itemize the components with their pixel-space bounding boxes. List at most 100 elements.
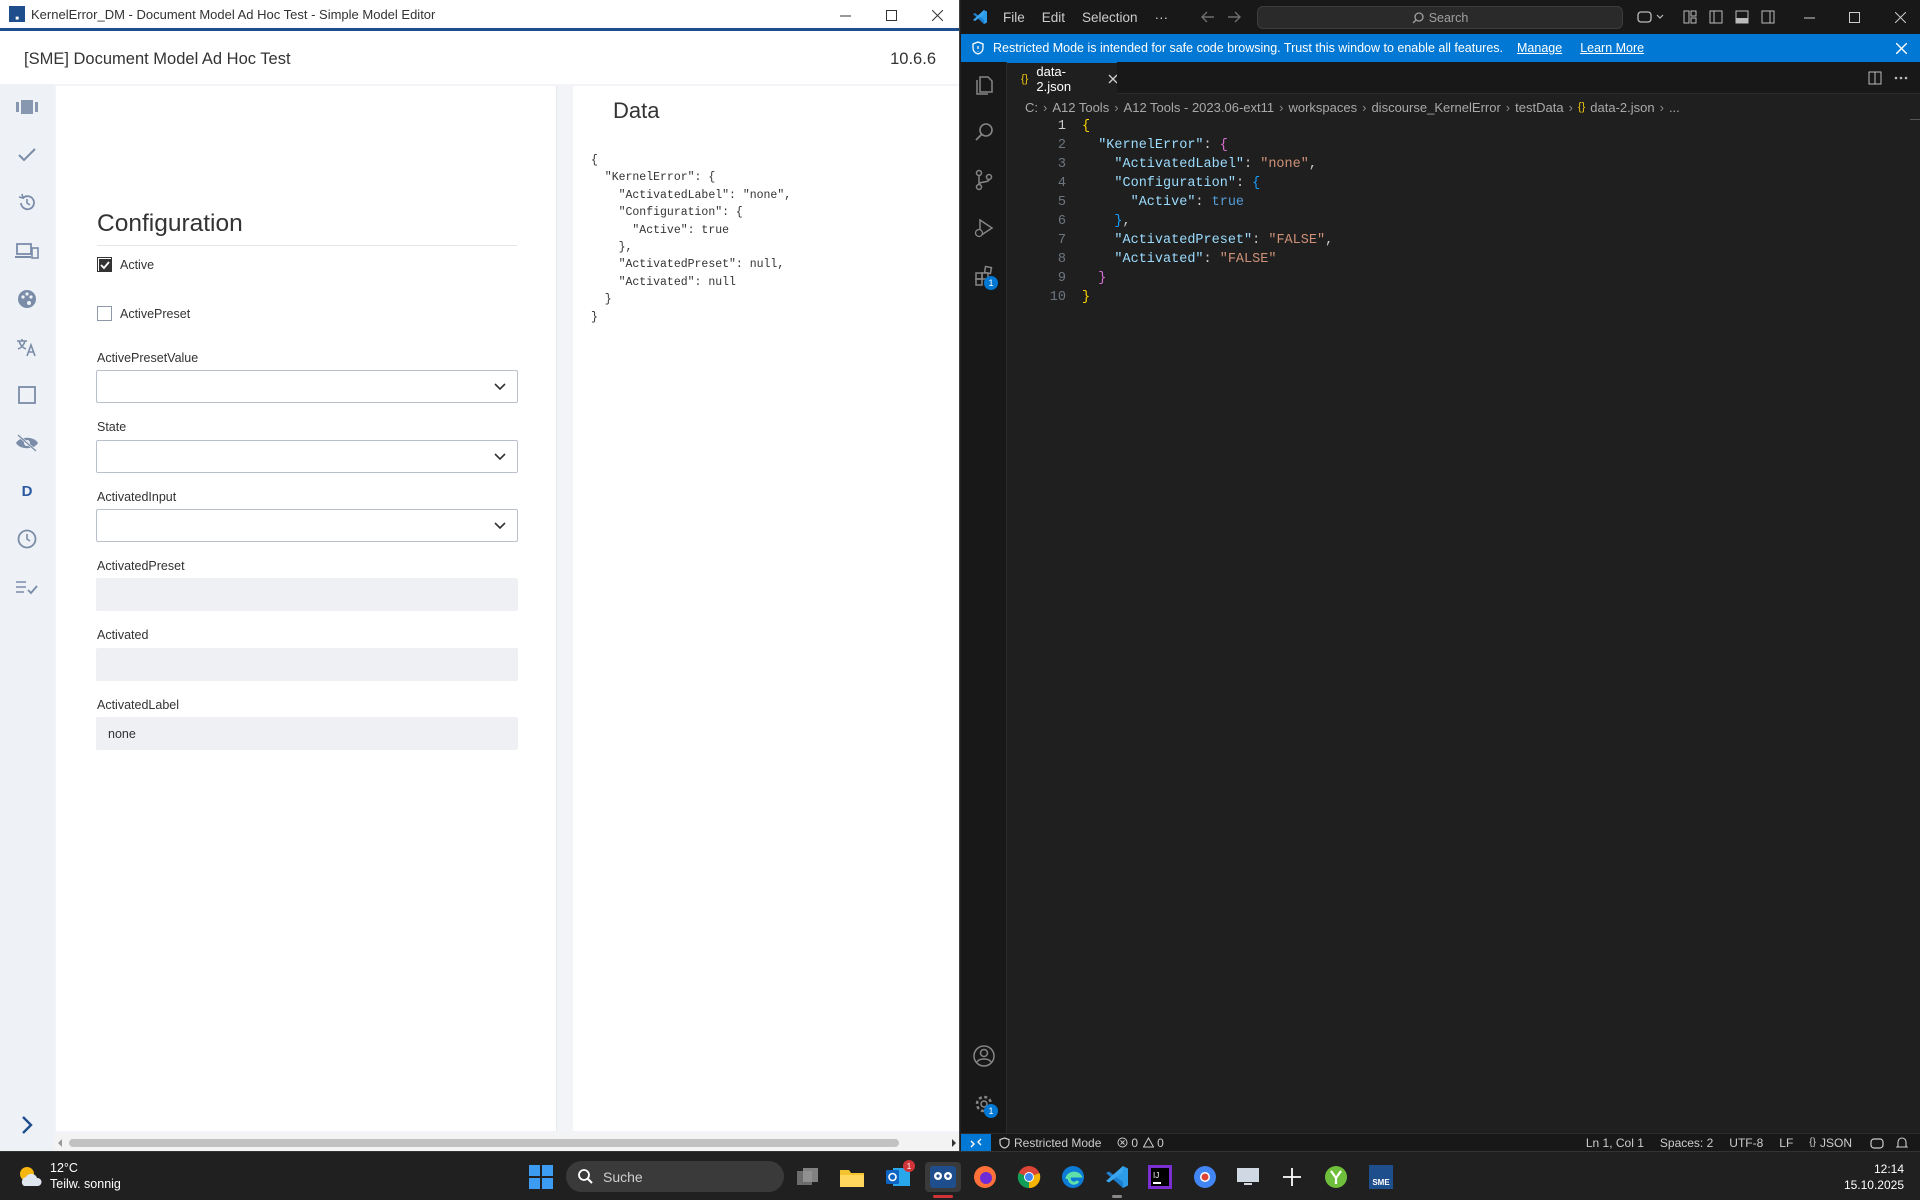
breadcrumb-item[interactable]: workspaces — [1288, 100, 1357, 115]
edge-button[interactable] — [1058, 1162, 1088, 1192]
back-arrow-icon[interactable] — [1201, 11, 1215, 23]
line-number: 9 — [1057, 271, 1066, 286]
intellij-button[interactable]: IJ — [1145, 1162, 1175, 1192]
status-eol[interactable]: LF — [1779, 1136, 1793, 1150]
status-indentation[interactable]: Spaces: 2 — [1660, 1136, 1713, 1150]
accounts-button[interactable] — [968, 1040, 1000, 1072]
status-restricted-mode[interactable]: Restricted Mode — [1014, 1136, 1101, 1150]
sidebar-checklist-button[interactable] — [12, 572, 42, 602]
firefox-button[interactable] — [970, 1162, 1000, 1192]
active-preset-value-select[interactable] — [96, 370, 518, 403]
task-view-button[interactable] — [793, 1162, 823, 1192]
horizontal-scrollbar[interactable] — [54, 1134, 959, 1151]
menu-file[interactable]: File — [1003, 10, 1025, 25]
tab-close-icon[interactable] — [1108, 74, 1118, 84]
sidebar-theme-button[interactable] — [12, 284, 42, 314]
outlook-button[interactable]: 1 — [883, 1160, 915, 1192]
remote-desktop-button[interactable] — [1233, 1162, 1263, 1192]
split-editor-icon[interactable] — [1868, 71, 1882, 85]
command-center-search[interactable]: Search — [1257, 6, 1623, 29]
customize-layout-icon[interactable] — [1683, 10, 1697, 24]
sme-taskbar-button[interactable]: SME — [1366, 1162, 1396, 1192]
breadcrumb-item[interactable]: discourse_KernelError — [1371, 100, 1500, 115]
copilot-icon[interactable] — [1637, 10, 1665, 24]
line-number: 5 — [1057, 195, 1066, 210]
code-editor[interactable]: 1 2 3 4 5 6 7 8 9 10 { "KernelError": { … — [1007, 119, 1920, 1133]
vscode-taskbar-button[interactable] — [1102, 1162, 1132, 1198]
breadcrumb-item[interactable]: testData — [1515, 100, 1563, 115]
status-encoding[interactable]: UTF-8 — [1729, 1136, 1763, 1150]
status-language[interactable]: JSON — [1820, 1136, 1852, 1150]
breadcrumb-item[interactable]: A12 Tools — [1052, 100, 1109, 115]
menu-selection[interactable]: Selection — [1082, 10, 1138, 25]
chrome-button[interactable] — [1014, 1162, 1044, 1192]
minimize-button[interactable] — [822, 0, 868, 30]
menu-edit[interactable]: Edit — [1042, 10, 1065, 25]
remote-button[interactable] — [961, 1133, 991, 1152]
menu-more[interactable]: ··· — [1155, 10, 1169, 25]
banner-learn-more-link[interactable]: Learn More — [1580, 41, 1644, 55]
extensions-button[interactable]: 1 — [968, 260, 1000, 292]
toggle-secondary-sidebar-icon[interactable] — [1761, 10, 1775, 24]
toggle-primary-sidebar-icon[interactable] — [1709, 10, 1723, 24]
activated-input-select[interactable] — [96, 509, 518, 542]
sidebar-models-button[interactable] — [12, 92, 42, 122]
status-errors[interactable]: 0 — [1131, 1136, 1138, 1150]
sidebar-document-button[interactable]: D — [12, 476, 42, 506]
json-string: "none" — [1260, 157, 1309, 172]
run-debug-button[interactable] — [968, 212, 1000, 244]
active-checkbox-row[interactable]: Active — [97, 257, 154, 272]
breadcrumb-item[interactable]: ... — [1669, 100, 1680, 115]
chrome-alt-button[interactable] — [1190, 1162, 1220, 1192]
scroll-left-icon[interactable] — [57, 1139, 63, 1147]
manage-button[interactable]: 1 — [968, 1088, 1000, 1120]
source-control-button[interactable] — [968, 164, 1000, 196]
close-icon[interactable] — [1895, 12, 1906, 23]
system-clock[interactable]: 12:14 15.10.2025 — [1844, 1161, 1904, 1193]
active-checkbox[interactable] — [97, 257, 112, 272]
sidebar-clock-button[interactable] — [12, 524, 42, 554]
sme-taskbar-active-button[interactable] — [925, 1162, 961, 1198]
notifications-bell-icon[interactable] — [1896, 1136, 1908, 1149]
close-button[interactable] — [914, 0, 959, 30]
code-line: "ActivatedLabel": "none", — [1114, 157, 1317, 172]
sidebar-history-button[interactable] — [12, 188, 42, 218]
banner-manage-link[interactable]: Manage — [1517, 41, 1562, 55]
sidebar-devices-button[interactable] — [12, 236, 42, 266]
snipping-tool-button[interactable] — [1277, 1162, 1307, 1192]
tab-data-2-json[interactable]: {} data-2.json — [1007, 62, 1117, 94]
sidebar-expand-button[interactable] — [12, 1110, 42, 1140]
scroll-right-icon[interactable] — [951, 1139, 957, 1147]
sidebar-visibility-button[interactable] — [12, 428, 42, 458]
start-button[interactable] — [526, 1162, 556, 1192]
forward-arrow-icon[interactable] — [1227, 11, 1241, 23]
copilot-status-icon[interactable] — [1870, 1137, 1884, 1149]
more-actions-icon[interactable] — [1894, 76, 1908, 80]
scrollbar-thumb[interactable] — [69, 1139, 899, 1147]
breadcrumb-item[interactable]: data-2.json — [1590, 100, 1654, 115]
toggle-panel-icon[interactable] — [1735, 10, 1749, 24]
maximize-icon[interactable] — [1849, 12, 1860, 23]
active-preset-checkbox[interactable] — [97, 306, 112, 321]
vscode-window: File Edit Selection ··· Search Restricte… — [961, 0, 1920, 1152]
search-view-button[interactable] — [968, 116, 1000, 148]
status-cursor-position[interactable]: Ln 1, Col 1 — [1586, 1136, 1644, 1150]
status-warnings[interactable]: 0 — [1157, 1136, 1164, 1150]
state-select[interactable] — [96, 440, 518, 473]
minimize-icon[interactable] — [1804, 12, 1815, 23]
weather-description: Teilw. sonnig — [50, 1177, 121, 1191]
taskbar-search[interactable]: Suche — [566, 1161, 784, 1192]
file-explorer-button[interactable] — [837, 1162, 867, 1192]
files-icon — [976, 76, 993, 95]
explorer-button[interactable] — [968, 68, 1000, 100]
maximize-button[interactable] — [868, 0, 914, 30]
breadcrumb-item[interactable]: A12 Tools - 2023.06-ext11 — [1124, 100, 1275, 115]
app-y-button[interactable] — [1321, 1162, 1351, 1192]
sidebar-translate-button[interactable] — [12, 332, 42, 362]
sidebar-validation-button[interactable] — [12, 140, 42, 170]
banner-close-icon[interactable] — [1896, 43, 1907, 54]
weather-widget[interactable]: 12°C Teilw. sonnig — [16, 1160, 121, 1192]
breadcrumb-item[interactable]: C: — [1025, 100, 1038, 115]
active-preset-checkbox-row[interactable]: ActivePreset — [97, 306, 190, 321]
sidebar-frame-button[interactable] — [12, 380, 42, 410]
